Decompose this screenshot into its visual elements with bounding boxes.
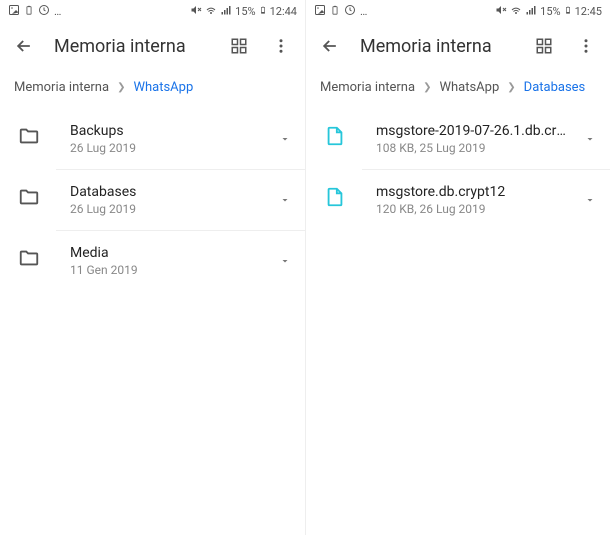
- more-icon: …: [54, 5, 61, 18]
- status-bar: … 15% 12:44: [0, 0, 305, 22]
- page-title: Memoria interna: [54, 36, 209, 57]
- app-bar: Memoria interna: [306, 22, 610, 70]
- grid-view-button[interactable]: [532, 34, 556, 58]
- list-item[interactable]: msgstore.db.crypt12 120 KB, 26 Lug 2019: [362, 170, 610, 230]
- item-sub: 108 KB, 25 Lug 2019: [376, 141, 568, 155]
- signal-icon: [525, 4, 537, 19]
- breadcrumb: Memoria interna ❯ WhatsApp ❯ Databases: [306, 70, 610, 109]
- item-name: msgstore-2019-07-26.1.db.cry…: [376, 123, 568, 139]
- list-item[interactable]: Databases 26 Lug 2019: [56, 170, 305, 231]
- chevron-right-icon: ❯: [117, 82, 125, 93]
- chevron-right-icon: ❯: [507, 82, 515, 93]
- folder-icon: [18, 247, 40, 269]
- more-icon: …: [360, 5, 367, 18]
- item-sub: 26 Lug 2019: [70, 202, 263, 216]
- file-list: msgstore-2019-07-26.1.db.cry… 108 KB, 25…: [306, 109, 610, 230]
- breadcrumb-item-active[interactable]: Databases: [524, 80, 586, 95]
- signal-icon: [220, 4, 232, 19]
- chevron-down-icon[interactable]: [279, 191, 291, 210]
- more-button[interactable]: [269, 34, 293, 58]
- back-button[interactable]: [12, 34, 36, 58]
- app-bar: Memoria interna: [0, 22, 305, 70]
- battery-status-icon: [259, 4, 267, 19]
- back-button[interactable]: [318, 34, 342, 58]
- status-time: 12:45: [575, 5, 602, 18]
- list-item-text: msgstore-2019-07-26.1.db.cry… 108 KB, 25…: [376, 123, 568, 155]
- item-sub: 11 Gen 2019: [70, 263, 263, 277]
- status-right: 15% 12:45: [495, 4, 602, 19]
- item-sub: 26 Lug 2019: [70, 141, 263, 155]
- chevron-down-icon[interactable]: [584, 130, 596, 149]
- battery-icon: [330, 4, 340, 19]
- grid-view-button[interactable]: [227, 34, 251, 58]
- more-button[interactable]: [574, 34, 598, 58]
- image-icon: [314, 4, 326, 19]
- list-item-text: msgstore.db.crypt12 120 KB, 26 Lug 2019: [376, 184, 568, 216]
- breadcrumb-item[interactable]: WhatsApp: [439, 80, 499, 95]
- list-item[interactable]: Backups 26 Lug 2019: [56, 109, 305, 170]
- clock-icon: [38, 4, 50, 19]
- status-left: …: [8, 4, 61, 19]
- item-name: msgstore.db.crypt12: [376, 184, 568, 200]
- mute-icon: [190, 4, 202, 19]
- chevron-down-icon[interactable]: [279, 130, 291, 149]
- list-item[interactable]: msgstore-2019-07-26.1.db.cry… 108 KB, 25…: [362, 109, 610, 170]
- folder-icon: [18, 125, 40, 147]
- wifi-icon: [510, 4, 522, 19]
- chevron-down-icon[interactable]: [584, 191, 596, 210]
- file-icon: [324, 125, 346, 147]
- status-right: 15% 12:44: [190, 4, 297, 19]
- wifi-icon: [205, 4, 217, 19]
- item-name: Media: [70, 245, 263, 261]
- item-sub: 120 KB, 26 Lug 2019: [376, 202, 568, 216]
- breadcrumb-item-active[interactable]: WhatsApp: [133, 80, 193, 95]
- mute-icon: [495, 4, 507, 19]
- chevron-down-icon[interactable]: [279, 252, 291, 271]
- page-title: Memoria interna: [360, 36, 514, 57]
- list-item-text: Media 11 Gen 2019: [70, 245, 263, 277]
- list-item-text: Backups 26 Lug 2019: [70, 123, 263, 155]
- item-name: Backups: [70, 123, 263, 139]
- battery-status-icon: [564, 4, 572, 19]
- panel-left: … 15% 12:44 Memoria interna Memoria inte…: [0, 0, 305, 535]
- status-bar: … 15% 12:45: [306, 0, 610, 22]
- list-item[interactable]: Media 11 Gen 2019: [56, 231, 305, 291]
- folder-icon: [18, 186, 40, 208]
- file-icon: [324, 186, 346, 208]
- breadcrumb-item[interactable]: Memoria interna: [320, 80, 415, 95]
- chevron-right-icon: ❯: [423, 82, 431, 93]
- battery-icon: [24, 4, 34, 19]
- breadcrumb: Memoria interna ❯ WhatsApp: [0, 70, 305, 109]
- item-name: Databases: [70, 184, 263, 200]
- status-left: …: [314, 4, 367, 19]
- battery-percent: 15%: [235, 5, 255, 18]
- file-list: Backups 26 Lug 2019 Databases 26 Lug 201…: [0, 109, 305, 291]
- image-icon: [8, 4, 20, 19]
- panel-right: … 15% 12:45 Memoria interna Memoria inte…: [305, 0, 610, 535]
- clock-icon: [344, 4, 356, 19]
- status-time: 12:44: [270, 5, 297, 18]
- battery-percent: 15%: [540, 5, 560, 18]
- list-item-text: Databases 26 Lug 2019: [70, 184, 263, 216]
- breadcrumb-item[interactable]: Memoria interna: [14, 80, 109, 95]
